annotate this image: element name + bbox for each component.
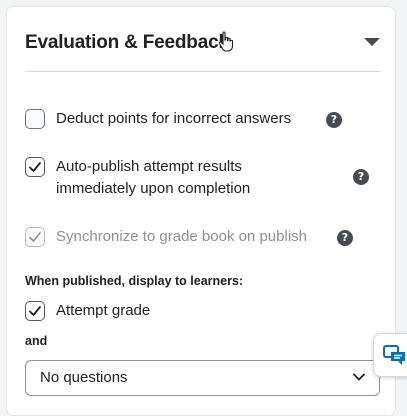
section-header[interactable]: Evaluation & Feedback [25, 29, 385, 59]
deduct-points-checkbox[interactable] [25, 109, 45, 129]
chat-icon [383, 345, 405, 365]
section-title: Evaluation & Feedback [25, 32, 229, 53]
deduct-points-help-icon[interactable]: ? [326, 112, 342, 128]
sync-gradebook-label: Synchronize to grade book on publish [56, 228, 308, 245]
questions-select[interactable]: No questions [25, 360, 380, 396]
auto-publish-label-line2: immediately upon completion [56, 180, 251, 197]
section-divider [25, 71, 381, 72]
attempt-grade-checkbox[interactable] [25, 301, 45, 321]
auto-publish-checkbox[interactable] [25, 157, 45, 177]
hand-pointer-icon [218, 31, 234, 52]
collapse-chevron-icon[interactable] [363, 36, 381, 48]
attempt-grade-label: Attempt grade [56, 302, 151, 319]
and-label: and [25, 334, 48, 348]
sync-gradebook-help-icon[interactable]: ? [337, 230, 353, 246]
chevron-down-icon [353, 373, 365, 381]
questions-select-value: No questions [40, 369, 128, 386]
auto-publish-label-line1: Auto-publish attempt results [56, 158, 242, 175]
deduct-points-label: Deduct points for incorrect answers [56, 110, 292, 127]
sync-gradebook-checkbox [25, 227, 45, 247]
display-heading: When published, display to learners: [25, 274, 244, 288]
chat-button[interactable] [373, 333, 407, 377]
evaluation-feedback-panel: Evaluation & Feedback Deduct points for … [6, 6, 396, 416]
auto-publish-help-icon[interactable]: ? [353, 169, 369, 185]
